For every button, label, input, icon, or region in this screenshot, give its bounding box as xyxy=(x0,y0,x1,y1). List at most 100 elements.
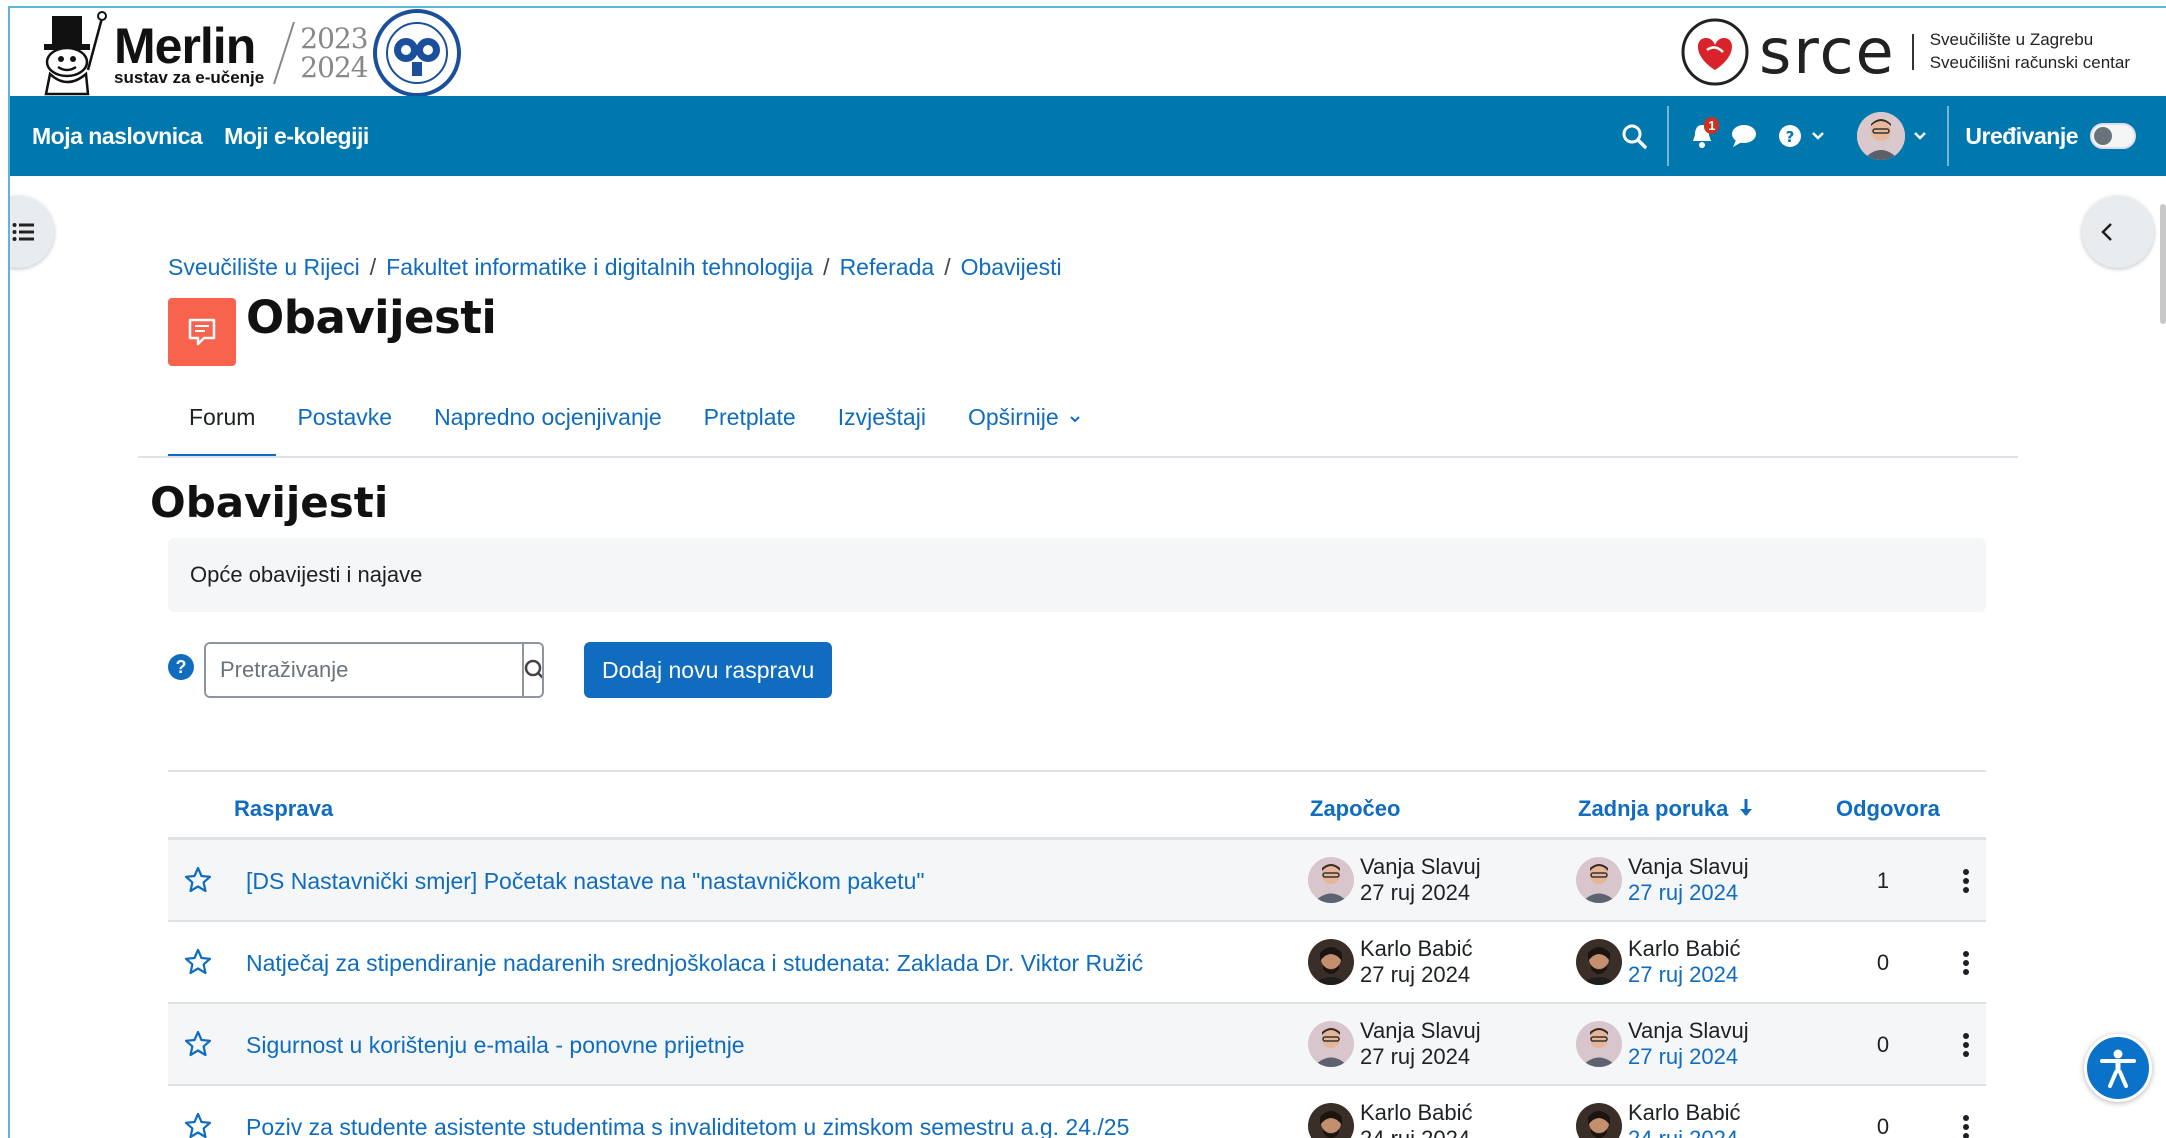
svg-text:?: ? xyxy=(1786,128,1795,146)
discussion-link[interactable]: Poziv za studente asistente studentima s… xyxy=(246,1114,1129,1138)
edit-mode-label: Uređivanje xyxy=(1965,122,2078,149)
bell-icon[interactable]: 1 xyxy=(1685,117,1720,153)
breadcrumb-item-forum[interactable]: Obavijesti xyxy=(961,254,1062,281)
reply-count: 0 xyxy=(1876,1114,1890,1138)
chevron-left-icon xyxy=(2101,223,2112,241)
nav-link-my-courses[interactable]: Moji e-kolegiji xyxy=(224,123,369,150)
srce-wordmark: srce xyxy=(1759,15,1896,88)
last-post-by: Vanja Slavuj 27 ruj 2024 xyxy=(1576,854,1749,907)
avatar[interactable] xyxy=(1576,857,1622,904)
search-icon[interactable] xyxy=(1617,119,1651,153)
avatar[interactable] xyxy=(1576,939,1622,986)
tab-forum[interactable]: Forum xyxy=(168,386,277,458)
breadcrumb-item-course[interactable]: Referada xyxy=(840,254,935,281)
accessibility-icon xyxy=(2100,1049,2136,1088)
started-date: 24 ruj 2024 xyxy=(1360,1126,1473,1138)
breadcrumb-separator: / xyxy=(369,254,377,280)
header-last-post[interactable]: Zadnja poruka xyxy=(1578,796,1754,822)
header-replies[interactable]: Odgovora xyxy=(1836,796,1940,822)
avatar[interactable] xyxy=(1308,1021,1354,1068)
started-by: Karlo Babić 24 ruj 2024 xyxy=(1308,1100,1473,1138)
avatar[interactable] xyxy=(1576,1103,1622,1138)
last-post-date-link[interactable]: 27 ruj 2024 xyxy=(1628,880,1749,906)
add-discussion-button[interactable]: Dodaj novu raspravu xyxy=(584,642,833,698)
author-name: Karlo Babić xyxy=(1628,936,1741,961)
chevron-down-icon[interactable] xyxy=(1909,119,1931,153)
merlin-mascot-icon xyxy=(44,11,107,96)
avatar[interactable] xyxy=(1308,939,1354,986)
breadcrumb-item-faculty[interactable]: Fakultet informatike i digitalnih tehnol… xyxy=(386,254,813,281)
tab-reports[interactable]: Izvještaji xyxy=(817,386,947,458)
star-icon[interactable] xyxy=(184,1030,212,1058)
year-bottom: 2024 xyxy=(300,51,368,84)
started-date: 27 ruj 2024 xyxy=(1360,880,1471,906)
star-icon[interactable] xyxy=(184,948,212,976)
star-icon[interactable] xyxy=(184,866,212,894)
last-post-date-link[interactable]: 24 ruj 2024 xyxy=(1628,1126,1741,1138)
srce-line-2: Sveučilišni računski centar xyxy=(1929,53,2130,72)
author-name: Vanja Slavuj xyxy=(1360,854,1481,879)
browser-viewport: Merlin sustav za e-učenje 2023 2024 srce… xyxy=(8,6,2166,1138)
author-name: Vanja Slavuj xyxy=(1360,1018,1481,1043)
header-started[interactable]: Započeo xyxy=(1310,796,1400,822)
course-index-toggle[interactable] xyxy=(10,196,54,268)
table-row: Sigurnost u korištenju e-maila - ponovne… xyxy=(168,1004,1986,1086)
merlin-wordmark: Merlin sustav za e-učenje xyxy=(114,21,264,86)
last-post-date-link[interactable]: 27 ruj 2024 xyxy=(1628,962,1741,988)
primary-navbar: Moja naslovnica Moji e-kolegiji 1 ? Uređ… xyxy=(10,96,2166,176)
breadcrumb-separator: / xyxy=(823,254,830,280)
table-row: Poziv za studente asistente studentima s… xyxy=(168,1086,1986,1138)
nav-link-home[interactable]: Moja naslovnica xyxy=(32,123,203,150)
accessibility-button[interactable] xyxy=(2084,1034,2152,1102)
search-button[interactable] xyxy=(522,644,542,696)
last-post-by: Vanja Slavuj 27 ruj 2024 xyxy=(1576,1018,1749,1071)
sort-arrow-down-icon xyxy=(1740,799,1753,816)
discussion-link[interactable]: Natječaj za stipendiranje nadarenih sred… xyxy=(246,950,1143,977)
more-actions-icon[interactable] xyxy=(1960,1030,1972,1060)
more-actions-icon[interactable] xyxy=(1960,948,1972,978)
table-row: [DS Nastavnički smjer] Početak nastave n… xyxy=(168,840,1986,922)
more-actions-icon[interactable] xyxy=(1960,1112,1972,1138)
chevron-down-icon[interactable] xyxy=(1807,119,1829,153)
block-drawer-toggle[interactable] xyxy=(2082,196,2154,268)
help-icon[interactable]: ? xyxy=(168,654,194,680)
srce-logo[interactable]: srce Sveučilište u Zagrebu Sveučilišni r… xyxy=(1679,12,2130,92)
tab-more-label: Opširnije xyxy=(967,404,1059,430)
more-actions-icon[interactable] xyxy=(1960,866,1972,896)
page-scrollbar[interactable] xyxy=(2160,204,2166,324)
header-discussion[interactable]: Rasprava xyxy=(234,796,333,822)
search-form xyxy=(204,642,544,698)
tab-more[interactable]: Opširnije xyxy=(947,386,1102,458)
edit-mode-toggle[interactable] xyxy=(2090,123,2136,149)
table-row: Natječaj za stipendiranje nadarenih sred… xyxy=(168,922,1986,1004)
avatar[interactable] xyxy=(1576,1021,1622,1068)
tab-settings[interactable]: Postavke xyxy=(276,386,413,458)
star-icon[interactable] xyxy=(184,1112,212,1138)
discussion-link[interactable]: [DS Nastavnički smjer] Početak nastave n… xyxy=(246,868,925,895)
avatar[interactable] xyxy=(1308,857,1354,904)
started-by: Karlo Babić 27 ruj 2024 xyxy=(1308,936,1473,989)
search-icon xyxy=(524,659,542,679)
chat-icon[interactable] xyxy=(1727,119,1761,153)
merlin-logo[interactable]: Merlin sustav za e-učenje 2023 2024 xyxy=(30,9,462,97)
discussion-link[interactable]: Sigurnost u korištenju e-maila - ponovne… xyxy=(246,1032,745,1059)
started-date: 27 ruj 2024 xyxy=(1360,1044,1471,1070)
srce-org-name: Sveučilište u Zagrebu Sveučilišni računs… xyxy=(1930,29,2130,75)
forum-intro: Opće obavijesti i najave xyxy=(168,538,1986,612)
breadcrumb-item-university[interactable]: Sveučilište u Rijeci xyxy=(168,254,360,281)
primary-nav-links: Moja naslovnica Moji e-kolegiji xyxy=(32,96,369,176)
last-post-by: Karlo Babić 24 ruj 2024 xyxy=(1576,1100,1741,1138)
search-input[interactable] xyxy=(206,644,522,696)
merlin-subtitle: sustav za e-učenje xyxy=(114,67,265,87)
university-seal-icon xyxy=(372,9,461,97)
academic-year: 2023 2024 xyxy=(300,23,368,84)
avatar[interactable] xyxy=(1308,1103,1354,1138)
help-icon[interactable]: ? xyxy=(1773,119,1807,153)
reply-count: 0 xyxy=(1876,1032,1890,1057)
last-post-date-link[interactable]: 27 ruj 2024 xyxy=(1628,1044,1749,1070)
page-header: Obavijesti xyxy=(168,291,497,366)
secondary-navigation: Forum Postavke Napredno ocjenjivanje Pre… xyxy=(168,386,1102,458)
tab-subscriptions[interactable]: Pretplate xyxy=(683,386,817,458)
tab-advanced-grading[interactable]: Napredno ocjenjivanje xyxy=(413,386,683,458)
avatar[interactable] xyxy=(1857,112,1906,160)
